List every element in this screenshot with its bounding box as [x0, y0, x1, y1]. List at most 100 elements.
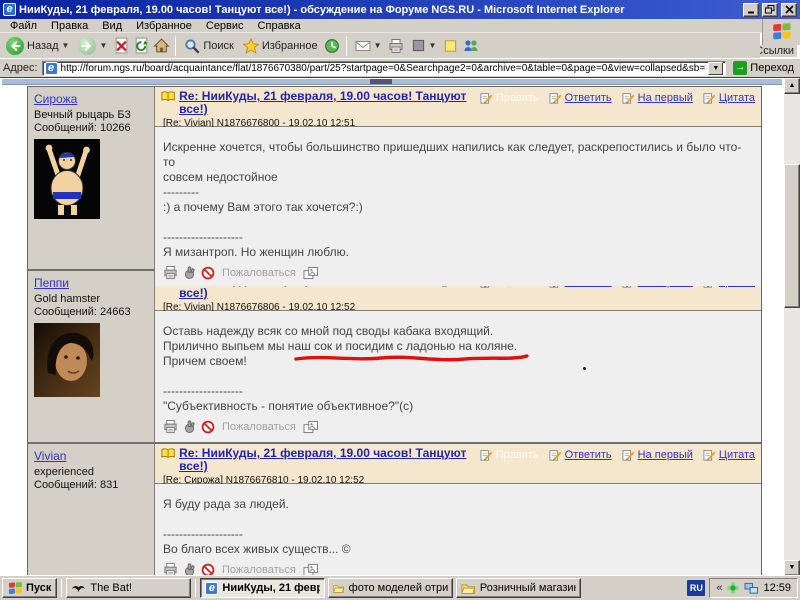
post-title-link[interactable]: Re: НииКуды, 21 февраля, 19.00 часов! Та… [179, 447, 480, 473]
stop-button[interactable] [113, 37, 130, 54]
icq-flower-icon[interactable] [726, 581, 740, 595]
post-author-rank: Gold hamster [34, 293, 148, 305]
complain-label[interactable]: Пожаловаться [222, 564, 296, 576]
minimize-button[interactable] [743, 3, 759, 17]
task-thebat[interactable]: The Bat! [66, 578, 191, 598]
mail-button[interactable]: ▼ [352, 37, 385, 55]
reply-link[interactable]: Ответить [549, 449, 612, 461]
back-label: Назад [27, 40, 59, 52]
search-icon [184, 38, 200, 54]
red-marker-underline [293, 351, 533, 365]
photos-icon[interactable] [303, 266, 319, 280]
refresh-button[interactable] [133, 37, 150, 54]
post-title-link[interactable]: Re: НииКуды, 21 февраля, 19.00 часов! Та… [179, 90, 480, 116]
edit-pencil-icon [480, 449, 493, 461]
photos-icon[interactable] [303, 563, 319, 576]
print-post-icon[interactable] [163, 265, 178, 280]
post-header: Re: НииКуды, 21 февраля, 19.00 часов! Та… [155, 444, 761, 484]
system-tray: RU « 12:59 [687, 578, 798, 598]
vertical-scrollbar[interactable]: ▲ ▼ [784, 78, 800, 575]
edit-pencil-icon [480, 92, 493, 104]
history-icon [324, 38, 340, 54]
close-button[interactable] [781, 3, 797, 17]
forum-post: Vivian experienced Сообщений: 831 Re: Ни… [28, 444, 761, 575]
complain-label[interactable]: Пожаловаться [222, 421, 296, 433]
first-pencil-icon [622, 92, 635, 104]
back-button[interactable]: Назад ▼ [3, 36, 72, 56]
clock[interactable]: 12:59 [763, 582, 791, 594]
print-post-icon[interactable] [163, 419, 178, 434]
tray-expand-chevron-icon[interactable]: « [716, 582, 722, 594]
fig-hand-icon[interactable] [182, 562, 197, 575]
forward-dropdown-icon[interactable]: ▼ [99, 41, 107, 50]
favorites-star-icon [243, 38, 259, 54]
no-entry-icon[interactable] [201, 266, 215, 280]
menu-tools[interactable]: Сервис [200, 20, 250, 32]
scroll-up-button[interactable]: ▲ [784, 78, 800, 94]
post-author-link[interactable]: Vivian [34, 449, 66, 463]
post-main: Re: НииКуды, 21 февраля, 19.00 часов! Та… [155, 271, 761, 442]
print-button[interactable] [388, 37, 405, 54]
menu-help[interactable]: Справка [252, 20, 307, 32]
home-button[interactable] [153, 37, 170, 54]
forward-button[interactable]: ▼ [75, 36, 110, 56]
print-post-icon[interactable] [163, 562, 178, 575]
fig-hand-icon[interactable] [182, 265, 197, 280]
address-input[interactable]: e http://forum.ngs.ru/board/acquaintance… [42, 61, 727, 76]
book-icon [161, 447, 175, 460]
menu-favorites[interactable]: Избранное [130, 20, 198, 32]
post-author-messages: Сообщений: 24663 [34, 306, 148, 318]
edit-dropdown-icon[interactable]: ▼ [429, 41, 437, 50]
menu-view[interactable]: Вид [96, 20, 128, 32]
quote-pencil-icon [703, 449, 716, 461]
reply-first-link[interactable]: На первый [622, 92, 693, 104]
post-author-link[interactable]: Сирожа [34, 92, 77, 106]
network-icon[interactable] [744, 582, 759, 595]
language-indicator[interactable]: RU [687, 580, 705, 596]
window-title: НииКуды, 21 февраля, 19.00 часов! Танцую… [19, 4, 740, 16]
back-dropdown-icon[interactable]: ▼ [62, 41, 70, 50]
post-user-cell: Пеппи Gold hamster Сообщений: 24663 [28, 271, 155, 442]
favorites-label: Избранное [262, 40, 318, 52]
page-favicon: e [45, 62, 58, 75]
edit-button[interactable]: ▼ [408, 37, 440, 54]
task-folder-shop[interactable]: Розничный магазин [456, 578, 581, 598]
note-icon [443, 38, 458, 53]
close-icon [785, 5, 794, 14]
quote-link[interactable]: Цитата [703, 92, 755, 104]
address-dropdown-button[interactable]: ▼ [708, 62, 723, 75]
post-author-link[interactable]: Пеппи [34, 276, 69, 290]
photos-icon[interactable] [303, 420, 319, 434]
reply-link[interactable]: Ответить [549, 92, 612, 104]
discuss-button[interactable] [442, 37, 459, 54]
reply-first-link[interactable]: На первый [622, 449, 693, 461]
favorites-button[interactable]: Избранное [240, 37, 321, 55]
no-entry-icon[interactable] [201, 563, 215, 576]
task-folder-photos[interactable]: фото моделей отрисова... [328, 578, 453, 598]
task-ie-forum[interactable]: e НииКуды, 21 февра... [200, 578, 325, 598]
mail-dropdown-icon[interactable]: ▼ [374, 41, 382, 50]
quote-link[interactable]: Цитата [703, 449, 755, 461]
complain-label[interactable]: Пожаловаться [222, 267, 296, 279]
scroll-down-button[interactable]: ▼ [784, 560, 800, 575]
no-entry-icon[interactable] [201, 420, 215, 434]
post-text: Искренне хочется, чтобы большинство приш… [163, 140, 753, 260]
menu-file[interactable]: Файл [4, 20, 43, 32]
search-button[interactable]: Поиск [181, 37, 236, 55]
edit-post-link: Править [480, 449, 539, 461]
messenger-button[interactable] [462, 37, 479, 54]
avatar [34, 323, 100, 403]
post-body: Искренне хочется, чтобы большинство приш… [155, 127, 761, 286]
scrollbar-thumb[interactable] [784, 164, 800, 308]
address-bar: Адрес: e http://forum.ngs.ru/board/acqua… [0, 58, 800, 77]
go-button[interactable]: → Переход [730, 61, 797, 75]
woman-avatar-image [34, 323, 100, 397]
fig-hand-icon[interactable] [182, 419, 197, 434]
go-label: Переход [750, 62, 794, 74]
edit-post-link: Править [480, 92, 539, 104]
book-icon [161, 90, 175, 103]
restore-button[interactable] [762, 3, 778, 17]
history-button[interactable] [324, 37, 341, 54]
start-button[interactable]: Пуск [2, 578, 57, 598]
menu-edit[interactable]: Правка [45, 20, 94, 32]
